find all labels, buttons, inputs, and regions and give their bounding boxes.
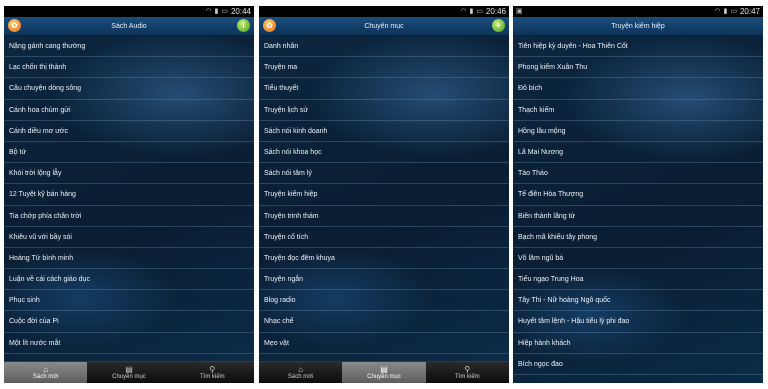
page-title: Chuyên mục bbox=[364, 22, 404, 30]
list-item[interactable]: Danh nhân bbox=[259, 36, 509, 58]
signal-icon: ▮ bbox=[469, 8, 474, 15]
signal-icon: ▮ bbox=[723, 8, 728, 15]
status-time: 20:46 bbox=[485, 7, 506, 16]
battery-icon: ▭ bbox=[221, 8, 228, 15]
book-list: Nặng gánh cang thường Lạc chốn thị thành… bbox=[4, 36, 254, 362]
list-item[interactable]: 12 Tuyệt kỹ bán hàng bbox=[4, 184, 254, 206]
screen-chuyen-muc: ◠ ▮ ▭ 20:46 ✿ Chuyên mục + Danh nhân Tru… bbox=[259, 6, 509, 383]
list-item[interactable]: Tia chớp phía chân trời bbox=[4, 206, 254, 227]
list-item[interactable]: Truyện trinh thám bbox=[259, 206, 509, 227]
app-logo-icon[interactable]: ✿ bbox=[263, 19, 276, 32]
list-item[interactable]: Truyện đọc đêm khuya bbox=[259, 248, 509, 270]
list-item[interactable]: Hồng lâu mộng bbox=[513, 121, 763, 142]
list-item[interactable]: Phong kiếm Xuân Thu bbox=[513, 57, 763, 79]
list-item[interactable]: Truyện lịch sử bbox=[259, 100, 509, 121]
list-item[interactable]: Khiêu vũ với bầy sói bbox=[4, 227, 254, 248]
search-icon: ⚲ bbox=[464, 365, 471, 374]
add-icon[interactable]: + bbox=[492, 19, 505, 32]
tab-tim-kiem[interactable]: ⚲ Tìm kiếm bbox=[171, 362, 254, 383]
list-item[interactable]: Huyết tâm lệnh - Hậu tiểu lý phi đao bbox=[513, 311, 763, 333]
battery-icon: ▭ bbox=[476, 8, 483, 15]
page-title: Sách Audio bbox=[111, 22, 147, 30]
list-item[interactable]: Khói trời lộng lẫy bbox=[4, 163, 254, 185]
status-bar: ▣ ◠ ▮ ▭ 20:47 bbox=[513, 6, 763, 17]
signal-icon: ▮ bbox=[214, 8, 219, 15]
list-item[interactable]: Tiểu thuyết bbox=[259, 78, 509, 100]
battery-icon: ▭ bbox=[730, 8, 737, 15]
screen-truyen-kiem-hiep: ▣ ◠ ▮ ▭ 20:47 Truyện kiếm hiệp Tiên hiệp… bbox=[513, 6, 763, 383]
search-icon: ⚲ bbox=[209, 365, 216, 374]
tab-label: Sách mới bbox=[287, 374, 314, 380]
status-time: 20:44 bbox=[230, 7, 251, 16]
tab-chuyen-muc[interactable]: ▤ Chuyên mục bbox=[87, 362, 170, 383]
status-bar: ◠ ▮ ▭ 20:44 bbox=[4, 6, 254, 17]
story-list: Tiên hiệp kỳ duyên - Hoa Thiên Cốt Phong… bbox=[513, 36, 763, 383]
list-item[interactable]: Hiệp hành khách bbox=[513, 333, 763, 354]
list-item[interactable]: Truyện kiếm hiệp bbox=[259, 184, 509, 206]
list-item[interactable]: Thạch kiếm bbox=[513, 100, 763, 121]
list-item[interactable]: Sách nói khoa học bbox=[259, 142, 509, 164]
tab-bar: ⌂ Sách mới ▤ Chuyên mục ⚲ Tìm kiếm bbox=[259, 361, 509, 383]
tab-label: Tìm kiếm bbox=[199, 374, 225, 380]
status-time: 20:47 bbox=[739, 7, 760, 16]
tab-sach-moi[interactable]: ⌂ Sách mới bbox=[259, 362, 342, 383]
list-item[interactable]: Sách nói kinh doanh bbox=[259, 121, 509, 142]
info-icon[interactable]: i bbox=[237, 19, 250, 32]
title-bar: Truyện kiếm hiệp bbox=[513, 17, 763, 36]
page-title: Truyện kiếm hiệp bbox=[611, 22, 665, 30]
list-item[interactable]: Phục sinh bbox=[4, 290, 254, 312]
list-item[interactable]: Bộ tứ bbox=[4, 142, 254, 164]
list-item[interactable]: Tào Tháo bbox=[513, 163, 763, 185]
list-item[interactable]: Bích ngọc đao bbox=[513, 354, 763, 375]
list-item[interactable]: Lạc chốn thị thành bbox=[4, 57, 254, 79]
list-item[interactable]: Võ lâm ngũ bá bbox=[513, 248, 763, 270]
list-item[interactable]: Cuộc đời của Pi bbox=[4, 311, 254, 333]
list-item[interactable]: Tây Thi - Nữ hoàng Ngô quốc bbox=[513, 290, 763, 312]
list-item[interactable]: Luận về cái cách giáo dục bbox=[4, 269, 254, 291]
list-item[interactable]: Cánh hoa chùm gửi bbox=[4, 100, 254, 121]
tab-label: Chuyên mục bbox=[112, 374, 146, 380]
list-item[interactable]: Lã Mai Nương bbox=[513, 142, 763, 164]
list-item[interactable]: Mẹo vặt bbox=[259, 333, 509, 354]
tab-sach-moi[interactable]: ⌂ Sách mới bbox=[4, 362, 88, 383]
wifi-icon: ◠ bbox=[714, 8, 721, 15]
wifi-icon: ◠ bbox=[460, 8, 467, 15]
status-bar: ◠ ▮ ▭ 20:46 bbox=[259, 6, 509, 17]
book-icon: ▤ bbox=[380, 365, 388, 374]
list-item[interactable]: Tế điên Hòa Thượng bbox=[513, 184, 763, 206]
list-item[interactable]: Truyện ma bbox=[259, 57, 509, 79]
list-item[interactable]: Nặng gánh cang thường bbox=[4, 36, 254, 58]
list-item[interactable]: Câu chuyện dòng sông bbox=[4, 78, 254, 100]
book-icon: ▤ bbox=[125, 365, 133, 374]
tab-tim-kiem[interactable]: ⚲ Tìm kiếm bbox=[426, 362, 509, 383]
list-item[interactable]: Truyện ngắn bbox=[259, 269, 509, 291]
list-item[interactable]: Bạch mã khiếu tây phong bbox=[513, 227, 763, 248]
tab-bar: ⌂ Sách mới ▤ Chuyên mục ⚲ Tìm kiếm bbox=[4, 361, 254, 383]
list-item[interactable]: Một lít nước mắt bbox=[4, 333, 254, 354]
title-bar: ✿ Sách Audio i bbox=[4, 17, 254, 36]
tab-label: Sách mới bbox=[32, 374, 59, 380]
list-item[interactable]: Cánh diều mơ ước bbox=[4, 121, 254, 142]
title-bar: ✿ Chuyên mục + bbox=[259, 17, 509, 36]
notification-icon: ▣ bbox=[516, 8, 523, 15]
tab-label: Chuyên mục bbox=[367, 374, 401, 380]
app-logo-icon[interactable]: ✿ bbox=[8, 19, 21, 32]
list-item[interactable]: Nhạc chế bbox=[259, 311, 509, 333]
list-item[interactable]: Sách nói tâm lý bbox=[259, 163, 509, 185]
list-item[interactable]: Tiếu ngạo Trung Hoa bbox=[513, 269, 763, 291]
tab-label: Tìm kiếm bbox=[454, 374, 480, 380]
house-icon: ⌂ bbox=[43, 365, 49, 374]
list-item[interactable]: Hoàng Tử bình minh bbox=[4, 248, 254, 270]
screen-sach-audio: ◠ ▮ ▭ 20:44 ✿ Sách Audio i Nặng gánh can… bbox=[4, 6, 254, 383]
list-item[interactable]: Blog radio bbox=[259, 290, 509, 312]
list-item[interactable]: Đô bích bbox=[513, 78, 763, 100]
wifi-icon: ◠ bbox=[205, 8, 212, 15]
category-list: Danh nhân Truyện ma Tiểu thuyết Truyện l… bbox=[259, 36, 509, 362]
list-item[interactable]: Biên thành lãng tử bbox=[513, 206, 763, 227]
list-item[interactable]: Truyện cổ tích bbox=[259, 227, 509, 248]
list-item[interactable]: Tiên hiệp kỳ duyên - Hoa Thiên Cốt bbox=[513, 36, 763, 58]
tab-chuyen-muc[interactable]: ▤ Chuyên mục bbox=[342, 362, 426, 383]
house-icon: ⌂ bbox=[298, 365, 304, 374]
